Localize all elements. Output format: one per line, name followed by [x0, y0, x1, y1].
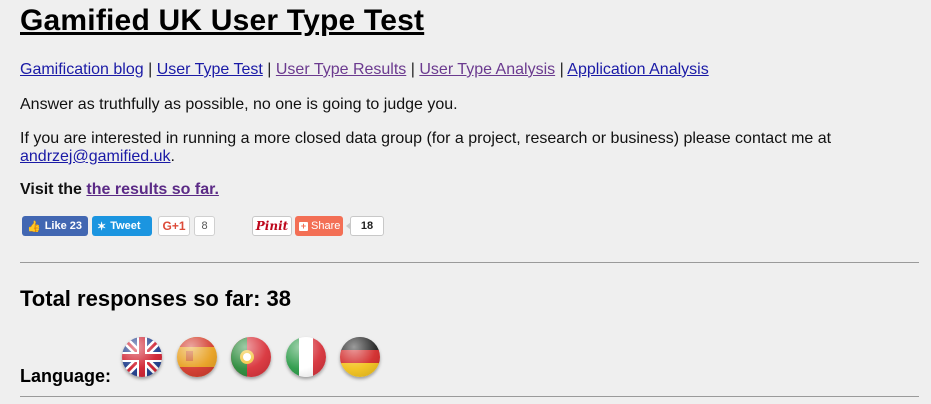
nav-separator: | — [559, 61, 564, 78]
nav-separator: | — [148, 61, 153, 78]
nav-user-type-test[interactable]: User Type Test — [157, 61, 263, 78]
divider — [20, 262, 919, 263]
german-flag-icon[interactable] — [340, 337, 380, 377]
nav-separator: | — [410, 61, 415, 78]
contact-paragraph: If you are interested in running a more … — [20, 130, 900, 166]
divider — [20, 396, 919, 397]
nav-user-type-analysis[interactable]: User Type Analysis — [419, 61, 555, 78]
facebook-like-button[interactable]: 👍 Like 23 — [22, 216, 88, 236]
thumbs-up-icon: 👍 — [27, 220, 41, 233]
tweet-button[interactable]: ✶ Tweet — [92, 216, 152, 236]
results-link[interactable]: the results so far. — [86, 181, 219, 198]
twitter-bird-icon: ✶ — [97, 220, 107, 233]
language-label: Language: — [20, 366, 112, 386]
plus-icon: + — [299, 220, 308, 231]
nav-links: Gamification blog | User Type Test | Use… — [20, 61, 709, 79]
pinterest-button[interactable]: Pinit — [252, 216, 292, 236]
google-plus-button[interactable]: G+1 — [158, 216, 190, 236]
spanish-flag-icon[interactable] — [177, 337, 217, 377]
italian-flag-icon[interactable] — [286, 337, 326, 377]
visit-prefix: Visit the — [20, 181, 82, 198]
portuguese-flag-icon[interactable] — [231, 337, 271, 377]
nav-application-analysis[interactable]: Application Analysis — [567, 61, 708, 78]
share-count: 18 — [346, 216, 384, 236]
contact-text: If you are interested in running a more … — [20, 130, 832, 147]
contact-email-link[interactable]: andrzej@gamified.uk — [20, 148, 171, 165]
nav-separator: | — [267, 61, 272, 78]
visit-results: Visit the the results so far. — [20, 181, 219, 199]
share-label: Share — [311, 220, 341, 232]
total-responses-heading: Total responses so far: 38 — [20, 286, 292, 311]
tweet-label: Tweet — [110, 220, 141, 232]
nav-gamification-blog[interactable]: Gamification blog — [20, 61, 144, 78]
intro-text: Answer as truthfully as possible, no one… — [20, 96, 458, 113]
english-flag-icon[interactable] — [122, 337, 162, 377]
page-title: Gamified UK User Type Test — [20, 4, 425, 37]
contact-end: . — [170, 148, 175, 165]
share-button[interactable]: + Share — [295, 216, 343, 236]
facebook-like-label: Like 23 — [44, 220, 83, 232]
google-plus-count: 8 — [194, 216, 215, 236]
nav-user-type-results[interactable]: User Type Results — [276, 61, 406, 78]
